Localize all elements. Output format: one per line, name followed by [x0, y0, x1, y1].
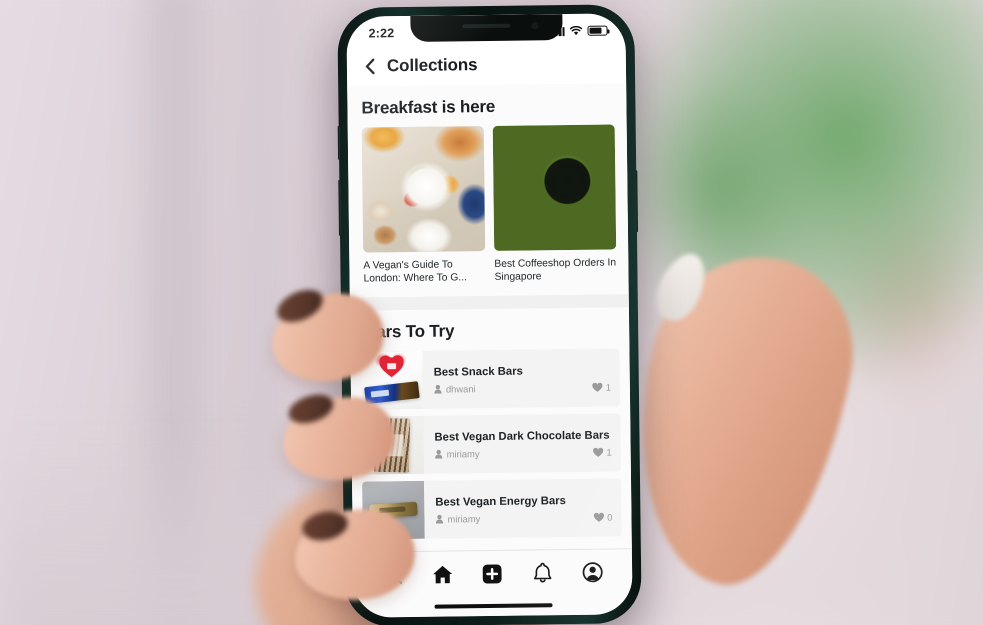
photo-scene: 2:22 Collections Breakfast is here A Veg…	[0, 0, 983, 625]
hand-fingers-overlay	[0, 0, 983, 625]
